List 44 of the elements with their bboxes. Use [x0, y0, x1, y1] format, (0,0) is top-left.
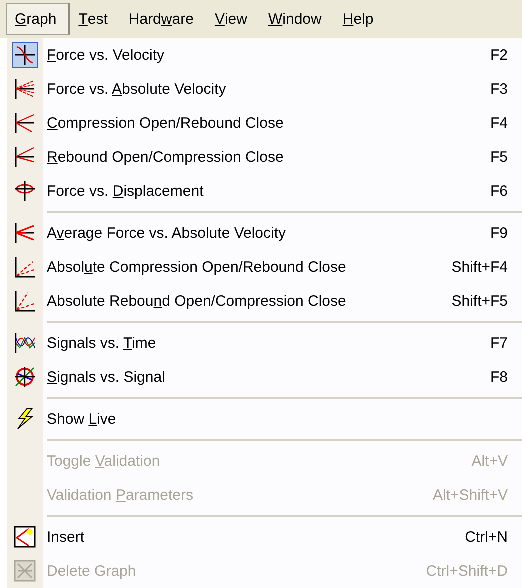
waves-icon	[14, 332, 36, 354]
menu-item[interactable]: Absolute Rebound Open/Compression Close	[47, 292, 452, 310]
insert-graph-icon	[14, 526, 36, 548]
shortcut-label: Ctrl+Shift+D	[426, 562, 508, 580]
loop-crosshair-icon	[14, 180, 36, 202]
menu-item[interactable]: Force vs. Velocity	[47, 46, 490, 64]
shortcut-label: Shift+F4	[452, 258, 508, 276]
menu-bar-item[interactable]: View	[206, 3, 260, 35]
menu-item[interactable]: Force vs. Absolute Velocity	[47, 80, 490, 98]
fan-lines-icon	[14, 146, 36, 168]
shortcut-label: F2	[490, 46, 508, 64]
shortcut-label: Alt+V	[472, 452, 508, 470]
menu-item[interactable]: Show Live	[47, 410, 522, 428]
circle-crosshair-icon	[14, 366, 36, 388]
menu-item[interactable]: Signals vs. Signal	[47, 368, 490, 386]
menu-item[interactable]: Rebound Open/Compression Close	[47, 148, 490, 166]
menu-item[interactable]: Average Force vs. Absolute Velocity	[47, 224, 490, 242]
delete-graph-icon	[14, 560, 36, 582]
shortcut-label: F6	[490, 182, 508, 200]
menu-item[interactable]: Absolute Compression Open/Rebound Close	[47, 258, 452, 276]
crosshair-curve-icon	[14, 44, 36, 66]
shortcut-label: F5	[490, 148, 508, 166]
shortcut-label: Ctrl+N	[465, 528, 508, 546]
shortcut-label: F4	[490, 114, 508, 132]
fan-lines-icon	[14, 222, 36, 244]
curve-axes-icon	[14, 256, 36, 278]
shortcut-label: Alt+Shift+V	[432, 486, 508, 504]
menu-item[interactable]: Compression Open/Rebound Close	[47, 114, 490, 132]
shortcut-label: F7	[490, 334, 508, 352]
menu-bar-item[interactable]: Help	[334, 3, 386, 35]
menu-item[interactable]: Insert	[47, 528, 466, 546]
fan-lines-icon	[14, 112, 36, 134]
curve-axes-icon	[14, 290, 36, 312]
shortcut-label: F8	[490, 368, 508, 386]
menu-bar-item[interactable]: Test	[70, 3, 120, 35]
menu-bar-item[interactable]: Hardware	[120, 3, 206, 35]
menu-item[interactable]: Force vs. Displacement	[47, 182, 490, 200]
fan-lines-icon	[14, 78, 36, 100]
shortcut-label: F3	[490, 80, 508, 98]
shortcut-label: F9	[490, 224, 508, 242]
menu-bar-item[interactable]: Graph	[6, 3, 70, 35]
menu-item[interactable]: Signals vs. Time	[47, 334, 490, 352]
menu-bar-item[interactable]: Window	[259, 3, 334, 35]
shortcut-label: Shift+F5	[452, 292, 508, 310]
